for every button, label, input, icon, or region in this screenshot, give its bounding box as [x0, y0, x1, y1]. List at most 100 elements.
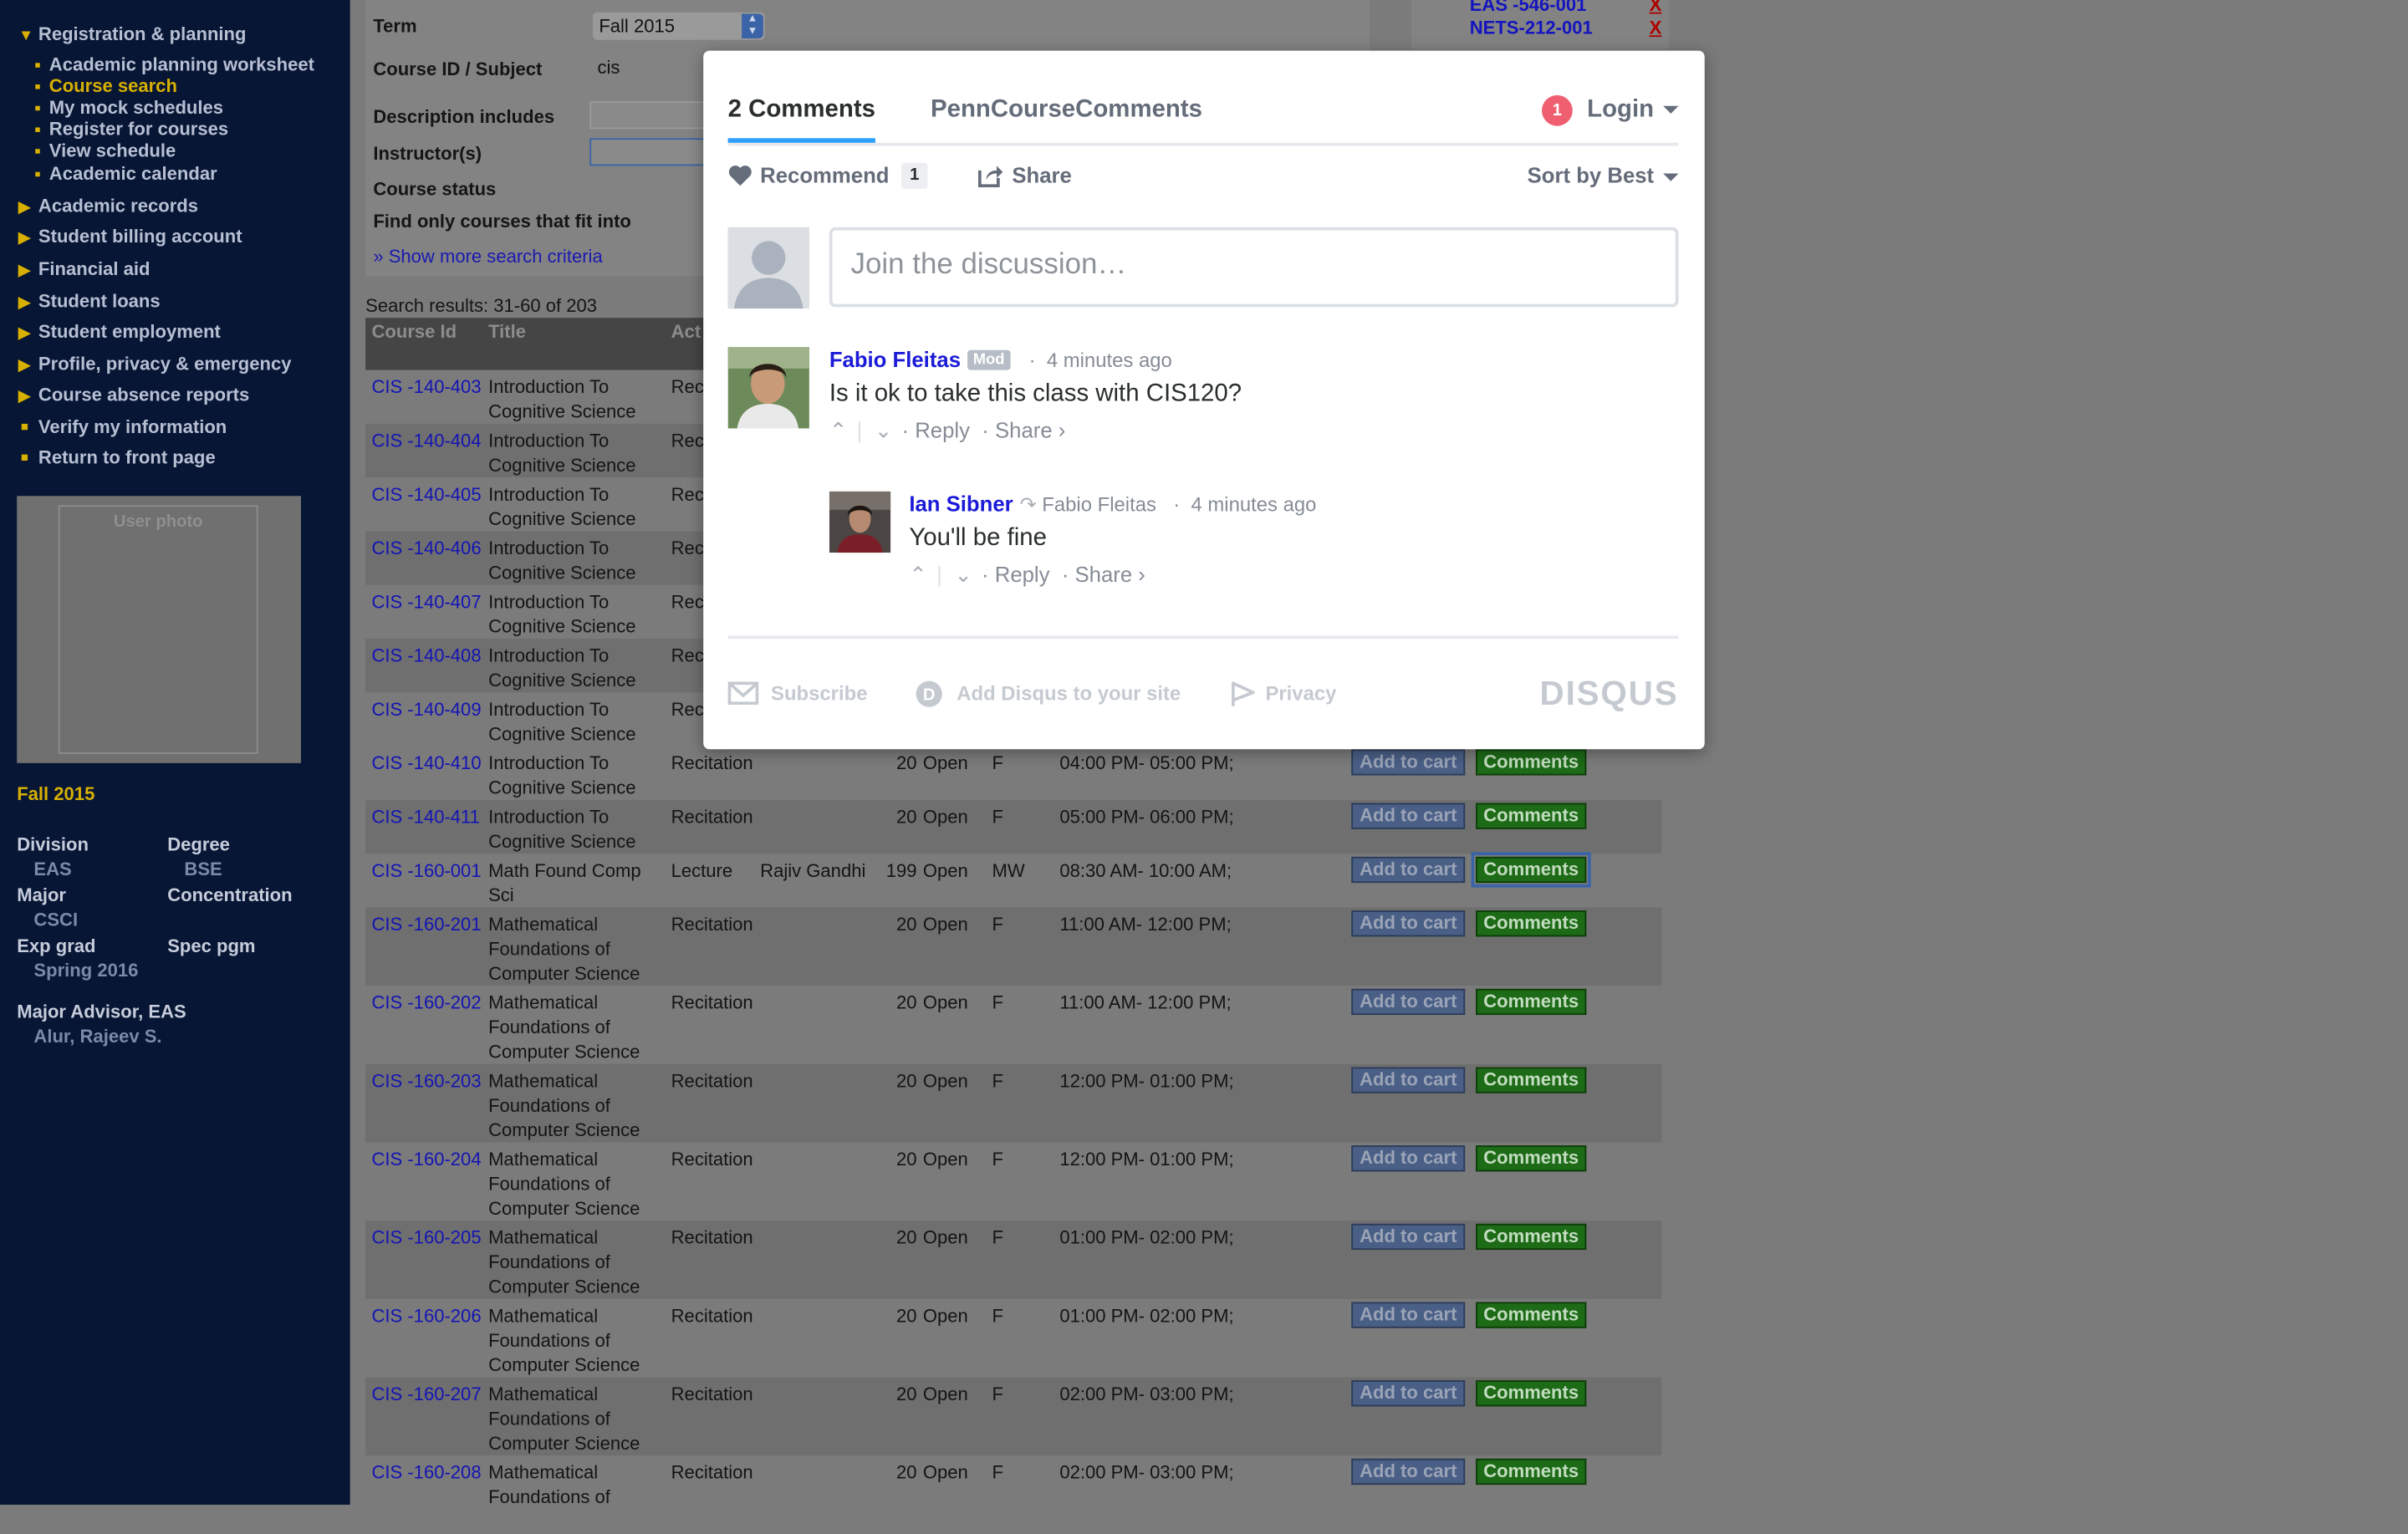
share-link[interactable]: Share ›	[1075, 562, 1145, 586]
course-id-link[interactable]: CIS -160-201	[371, 912, 481, 936]
course-id-link[interactable]: CIS -140-403	[371, 375, 481, 399]
add-to-cart-button[interactable]: Add to cart	[1351, 1380, 1466, 1407]
share-icon[interactable]	[977, 165, 1003, 188]
add-to-cart-button[interactable]: Add to cart	[1351, 1458, 1466, 1486]
add-to-cart-button[interactable]: Add to cart	[1351, 910, 1466, 937]
add-to-cart-button[interactable]: Add to cart	[1351, 1067, 1466, 1093]
course-id-link[interactable]: CIS -140-404	[371, 428, 481, 452]
course-id-link[interactable]: CIS -140-411	[371, 804, 479, 828]
comment-timestamp[interactable]: · 4 minutes ago	[1173, 493, 1316, 517]
course-id-input[interactable]: cis	[592, 55, 716, 84]
course-id-link[interactable]: CIS -140-408	[371, 644, 481, 668]
description-input[interactable]	[589, 101, 713, 130]
course-id-link[interactable]: CIS -140-405	[371, 482, 481, 507]
sidebar-item[interactable]: ▶ Financial aid	[0, 257, 314, 288]
disqus-d-icon[interactable]: D	[916, 680, 943, 708]
avatar[interactable]	[727, 347, 809, 429]
cart-course-link[interactable]: EAS -546-001	[1470, 0, 1587, 15]
downvote-icon[interactable]: ⌄	[875, 418, 893, 444]
sidebar-item[interactable]: ▶ Student employment	[0, 319, 314, 351]
term-select[interactable]: Fall 2015 ▲ ▼	[592, 12, 765, 40]
cart-remove-button[interactable]: X	[1650, 0, 1662, 15]
upvote-icon[interactable]: ⌃	[829, 418, 848, 444]
reply-to[interactable]: ↷ Fabio Fleitas	[1020, 493, 1156, 517]
course-id-link[interactable]: CIS -160-205	[371, 1226, 481, 1250]
avatar[interactable]	[829, 491, 891, 553]
sidebar-item[interactable]: ▶ Student billing account	[0, 225, 314, 257]
sidebar-subitem-active[interactable]: Course search	[0, 75, 314, 97]
sidebar-item[interactable]: ▶ Course absence reports	[0, 383, 314, 415]
comments-button[interactable]: Comments	[1476, 749, 1587, 776]
course-id-link[interactable]: CIS -160-001	[371, 859, 481, 883]
heart-icon[interactable]	[728, 165, 752, 188]
sidebar-item[interactable]: ▶ Profile, privacy & emergency	[0, 351, 314, 383]
sidebar-item[interactable]: ▶ Academic records	[0, 193, 314, 225]
privacy-flag-icon[interactable]	[1230, 680, 1255, 708]
sidebar-subitem[interactable]: View schedule	[0, 140, 314, 162]
course-id-link[interactable]: CIS -160-203	[371, 1068, 481, 1093]
sidebar-subitem[interactable]: Academic calendar	[0, 162, 314, 184]
sidebar-subitem[interactable]: Register for courses	[0, 119, 314, 140]
add-disqus-link[interactable]: Add Disqus to your site	[957, 681, 1181, 705]
sidebar-subitem[interactable]: Academic planning worksheet	[0, 54, 314, 75]
show-more-criteria-link[interactable]: » Show more search criteria	[373, 246, 602, 268]
sidebar-item[interactable]: Verify my information	[0, 415, 314, 446]
header-title[interactable]: Title	[488, 321, 526, 343]
discussion-input[interactable]: Join the discussion…	[829, 227, 1679, 308]
header-activity[interactable]: Act	[671, 321, 701, 343]
envelope-icon[interactable]	[727, 681, 759, 706]
comments-button[interactable]: Comments	[1476, 1067, 1587, 1093]
cart-remove-button[interactable]: X	[1650, 17, 1662, 38]
instructor-input[interactable]	[589, 138, 713, 166]
comment-author-link[interactable]: Fabio Fleitas Mod	[829, 347, 1011, 371]
comment-timestamp[interactable]: · 4 minutes ago	[1029, 349, 1172, 372]
upvote-icon[interactable]: ⌃	[909, 562, 927, 588]
header-course-id[interactable]: Course Id	[371, 321, 457, 343]
course-id-link[interactable]: CIS -160-206	[371, 1303, 481, 1328]
recommend-button[interactable]: Recommend	[760, 163, 889, 187]
reply-link[interactable]: Reply	[915, 418, 970, 442]
disqus-logo[interactable]: DISQUS	[1540, 674, 1679, 714]
share-button[interactable]: Share	[1012, 163, 1071, 187]
tab-comments[interactable]: 2 Comments	[727, 97, 875, 143]
sidebar-item-registration-planning[interactable]: ▼ Registration & planning	[0, 22, 314, 54]
login-label[interactable]: Login	[1587, 97, 1654, 125]
course-id-link[interactable]: CIS -160-204	[371, 1147, 481, 1171]
notification-badge[interactable]: 1	[1542, 94, 1573, 126]
course-id-link[interactable]: CIS -140-410	[371, 751, 481, 775]
course-id-link[interactable]: CIS -160-208	[371, 1460, 481, 1485]
comments-button[interactable]: Comments	[1476, 1380, 1587, 1407]
tab-community[interactable]: PennCourseComments	[931, 97, 1202, 125]
reply-link[interactable]: Reply	[995, 562, 1050, 586]
comment-author[interactable]: Ian Sibner	[909, 492, 1013, 516]
sidebar-subitem[interactable]: My mock schedules	[0, 97, 314, 119]
comments-button[interactable]: Comments	[1471, 852, 1591, 888]
course-id-link[interactable]: CIS -160-207	[371, 1382, 481, 1406]
privacy-link[interactable]: Privacy	[1265, 681, 1336, 705]
downvote-icon[interactable]: ⌄	[954, 562, 972, 588]
add-to-cart-button[interactable]: Add to cart	[1351, 1223, 1466, 1251]
add-to-cart-button[interactable]: Add to cart	[1351, 1302, 1466, 1328]
share-link[interactable]: Share ›	[995, 418, 1065, 442]
login-menu[interactable]: 1 Login	[1525, 94, 1679, 130]
comments-button[interactable]: Comments	[1476, 1302, 1587, 1328]
comments-button[interactable]: Comments	[1476, 803, 1587, 829]
add-to-cart-button[interactable]: Add to cart	[1351, 749, 1466, 776]
add-to-cart-button[interactable]: Add to cart	[1351, 803, 1466, 829]
comments-button[interactable]: Comments	[1476, 1145, 1587, 1172]
add-to-cart-button[interactable]: Add to cart	[1351, 988, 1466, 1016]
comments-button[interactable]: Comments	[1476, 988, 1587, 1016]
subscribe-link[interactable]: Subscribe	[771, 681, 867, 705]
add-to-cart-button[interactable]: Add to cart	[1351, 1145, 1466, 1172]
add-to-cart-button[interactable]: Add to cart	[1351, 856, 1466, 884]
comments-button[interactable]: Comments	[1476, 1223, 1587, 1251]
sidebar-item[interactable]: Return to front page	[0, 446, 314, 478]
sort-menu[interactable]: Sort by Best	[1528, 163, 1654, 187]
comments-button[interactable]: Comments	[1476, 1458, 1587, 1486]
course-id-link[interactable]: CIS -140-409	[371, 697, 481, 721]
cart-course-link[interactable]: NETS-212-001	[1470, 17, 1593, 38]
sidebar-item[interactable]: ▶ Student loans	[0, 288, 314, 319]
comments-button[interactable]: Comments	[1476, 910, 1587, 937]
course-id-link[interactable]: CIS -140-406	[371, 536, 481, 560]
course-id-link[interactable]: CIS -160-202	[371, 991, 481, 1015]
